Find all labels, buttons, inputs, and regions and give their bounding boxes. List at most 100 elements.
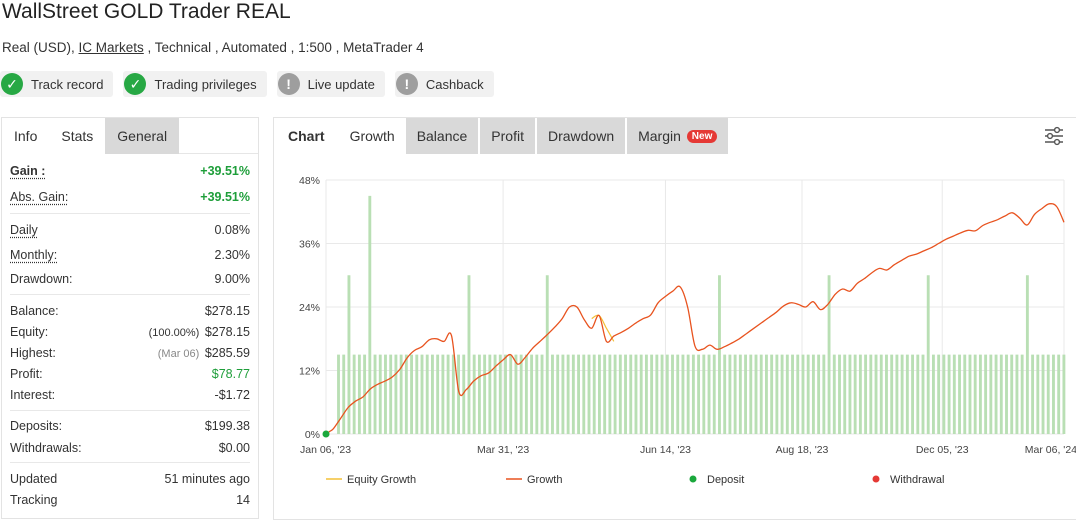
stat-label[interactable]: Daily bbox=[10, 223, 38, 237]
transaction-bar bbox=[524, 354, 528, 434]
transaction-bar bbox=[477, 354, 481, 434]
broker-link[interactable]: IC Markets bbox=[79, 40, 144, 55]
transaction-bar bbox=[958, 354, 961, 434]
stat-value-group: (100.00%) $278.15 bbox=[149, 325, 250, 339]
stat-label: Updated bbox=[10, 471, 58, 486]
y-axis-ticks: 0% 12% 24% 36% 48% bbox=[299, 175, 320, 441]
transaction-bar bbox=[357, 354, 361, 434]
transaction-bar bbox=[1046, 354, 1050, 434]
transaction-bar bbox=[624, 354, 627, 434]
badge-track-record[interactable]: ✓ Track record bbox=[0, 71, 114, 97]
transaction-bar bbox=[410, 354, 414, 434]
transaction-bar bbox=[723, 354, 727, 434]
subtitle-prefix: Real (USD), bbox=[2, 40, 79, 55]
badge-label: Trading privileges bbox=[154, 76, 257, 92]
stat-label: Highest: bbox=[10, 345, 56, 360]
y-tick-label: 24% bbox=[299, 302, 320, 314]
transaction-bar bbox=[738, 354, 742, 434]
transaction-bar bbox=[634, 354, 638, 434]
transaction-bar bbox=[660, 354, 664, 434]
legend-label: Withdrawal bbox=[890, 474, 944, 486]
stat-value: 51 minutes ago bbox=[164, 471, 250, 486]
legend-label: Equity Growth bbox=[347, 474, 416, 486]
transaction-bar bbox=[691, 354, 695, 434]
stat-updated: Updated 51 minutes ago bbox=[10, 468, 250, 489]
transaction-bar bbox=[749, 354, 753, 434]
transaction-bar bbox=[608, 354, 612, 434]
transaction-bar bbox=[509, 354, 513, 434]
stat-label[interactable]: Monthly: bbox=[10, 248, 57, 262]
transaction-bar bbox=[848, 354, 852, 434]
stat-monthly: Monthly: 2.30% bbox=[10, 245, 250, 266]
stat-value: $199.38 bbox=[204, 419, 250, 434]
transaction-bar bbox=[827, 275, 831, 434]
x-axis-ticks: Jan 06, '23 Mar 31, '23 Jun 14, '23 Aug 18,… bbox=[300, 444, 1076, 456]
transaction-bar bbox=[587, 354, 591, 434]
transaction-bar bbox=[577, 354, 581, 434]
stat-label[interactable]: Gain : bbox=[10, 164, 45, 178]
transaction-bar bbox=[770, 354, 774, 434]
chart-legend: Equity Growth Growth Deposit Withdrawal bbox=[326, 474, 944, 486]
tab-stats[interactable]: Stats bbox=[49, 118, 106, 154]
stat-interest: Interest: -$1.72 bbox=[10, 385, 250, 406]
transaction-bar bbox=[1057, 354, 1061, 434]
subtitle-suffix: , Technical , Automated , 1:500 , MetaTr… bbox=[143, 40, 424, 55]
stat-value: 14 bbox=[236, 493, 250, 508]
transaction-bar bbox=[431, 354, 434, 434]
transaction-bar bbox=[811, 354, 815, 434]
transaction-bar bbox=[916, 354, 920, 434]
transaction-bar bbox=[415, 354, 419, 434]
stat-tracking: Tracking 14 bbox=[10, 489, 250, 510]
transaction-bar bbox=[885, 354, 888, 434]
exclamation-icon: ! bbox=[277, 73, 300, 95]
transaction-bar bbox=[999, 354, 1003, 434]
transaction-bar bbox=[519, 354, 523, 434]
transaction-bar bbox=[566, 354, 570, 434]
stat-label: Deposits: bbox=[10, 419, 63, 434]
stats-tabs: Info Stats General bbox=[2, 118, 258, 154]
transaction-bar bbox=[879, 354, 883, 434]
legend-dot-swatch bbox=[689, 475, 697, 483]
tab-info[interactable]: Info bbox=[2, 118, 50, 154]
badge-trading-privileges[interactable]: ✓ Trading privileges bbox=[123, 71, 267, 97]
transaction-bar bbox=[504, 354, 507, 434]
transaction-bar bbox=[718, 275, 721, 434]
transaction-bar bbox=[853, 354, 857, 434]
transaction-bar bbox=[551, 354, 554, 434]
stat-profit: Profit: $78.77 bbox=[10, 364, 250, 385]
transaction-bar bbox=[556, 354, 560, 434]
transaction-bar bbox=[1010, 354, 1014, 434]
transaction-bar bbox=[984, 354, 988, 434]
growth-chart[interactable]: 0% 12% 24% 36% 48% Jan 06, '23 Mar 31, '23 Jun… bbox=[274, 118, 1076, 520]
transaction-bar bbox=[540, 354, 544, 434]
tab-general[interactable]: General bbox=[105, 118, 180, 154]
transaction-bar bbox=[1036, 354, 1040, 434]
transaction-bar bbox=[890, 354, 894, 434]
transaction-bar bbox=[801, 354, 805, 434]
transaction-bar bbox=[378, 354, 382, 434]
stat-label[interactable]: Abs. Gain: bbox=[10, 190, 68, 204]
exclamation-icon: ! bbox=[395, 73, 418, 95]
stat-value-group: (Mar 06) $285.59 bbox=[158, 346, 250, 360]
stat-daily: Daily 0.08% bbox=[10, 219, 250, 240]
transaction-bar bbox=[978, 354, 982, 434]
transaction-bar bbox=[1025, 275, 1029, 434]
divider bbox=[10, 409, 250, 411]
transaction-bar bbox=[467, 275, 471, 434]
badge-live-update[interactable]: ! Live update bbox=[276, 71, 385, 97]
badge-label: Cashback bbox=[425, 76, 484, 92]
transaction-bar bbox=[686, 354, 690, 434]
stat-value: $278.15 bbox=[204, 303, 250, 318]
divider bbox=[10, 213, 250, 215]
stat-value: $0.00 bbox=[218, 440, 250, 455]
badge-cashback[interactable]: ! Cashback bbox=[394, 71, 494, 97]
transaction-bar bbox=[472, 354, 476, 434]
stat-label: Drawdown: bbox=[10, 272, 73, 287]
transaction-bar bbox=[697, 354, 701, 434]
transaction-bar bbox=[744, 354, 747, 434]
stats-panel: Info Stats General Gain : +39.51% Abs. G… bbox=[1, 117, 259, 519]
transaction-bar bbox=[895, 354, 899, 434]
transaction-bar bbox=[613, 354, 617, 434]
transaction-bar bbox=[598, 354, 601, 434]
chart-panel: Chart Growth Balance Profit Drawdown Mar… bbox=[273, 117, 1076, 520]
